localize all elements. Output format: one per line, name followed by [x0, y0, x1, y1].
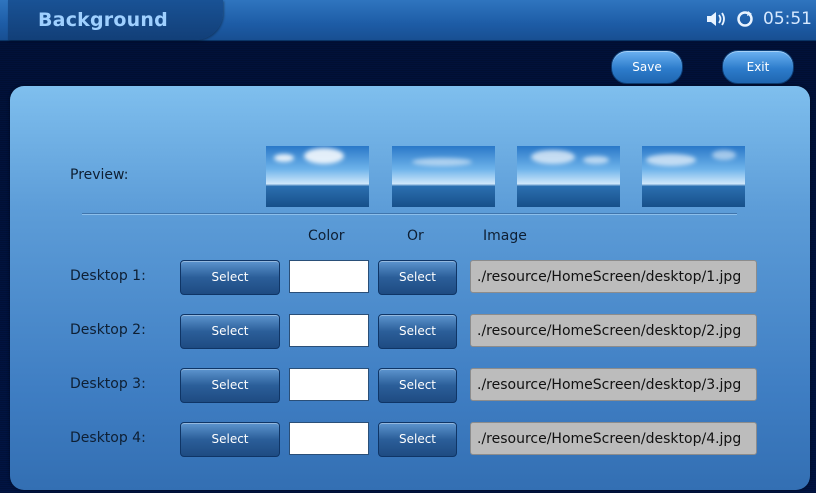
- desktop-3-color-select-button[interactable]: Select: [180, 368, 280, 403]
- desktop-1-image-select-button[interactable]: Select: [378, 260, 457, 295]
- column-header-color: Color: [308, 228, 345, 244]
- preview-thumbnail-4: [642, 146, 745, 207]
- desktop-3-image-select-button[interactable]: Select: [378, 368, 457, 403]
- clock-time: 05:51: [763, 9, 812, 29]
- top-bar: Background 05:51: [0, 0, 816, 41]
- preview-thumbnail-3: [517, 146, 620, 207]
- desktop-2-image-path-field[interactable]: ./resource/HomeScreen/desktop/2.jpg: [470, 314, 757, 347]
- column-header-image: Image: [483, 228, 527, 244]
- speaker-icon[interactable]: [705, 10, 727, 28]
- desktop-1-color-select-button[interactable]: Select: [180, 260, 280, 295]
- desktop-1-label: Desktop 1:: [70, 268, 146, 284]
- desktop-4-image-select-button[interactable]: Select: [378, 422, 457, 457]
- column-header-or: Or: [407, 228, 424, 244]
- desktop-2-label: Desktop 2:: [70, 322, 146, 338]
- save-button[interactable]: Save: [611, 50, 683, 84]
- preview-label: Preview:: [70, 167, 129, 183]
- desktop-1-color-swatch[interactable]: [289, 260, 369, 293]
- desktop-4-label: Desktop 4:: [70, 430, 146, 446]
- preview-thumbnail-1: [266, 146, 369, 207]
- desktop-3-image-path-field[interactable]: ./resource/HomeScreen/desktop/3.jpg: [470, 368, 757, 401]
- desktop-4-image-path-field[interactable]: ./resource/HomeScreen/desktop/4.jpg: [470, 422, 757, 455]
- title-tab: Background: [8, 0, 223, 40]
- desktop-2-image-select-button[interactable]: Select: [378, 314, 457, 349]
- desktop-3-color-swatch[interactable]: [289, 368, 369, 401]
- desktop-3-label: Desktop 3:: [70, 376, 146, 392]
- preview-thumbnail-2: [392, 146, 495, 207]
- status-area: 05:51: [705, 9, 812, 29]
- desktop-2-color-select-button[interactable]: Select: [180, 314, 280, 349]
- desktop-2-color-swatch[interactable]: [289, 314, 369, 347]
- desktop-1-image-path-field[interactable]: ./resource/HomeScreen/desktop/1.jpg: [470, 260, 757, 293]
- desktop-4-color-select-button[interactable]: Select: [180, 422, 280, 457]
- divider: [82, 213, 737, 214]
- exit-button[interactable]: Exit: [722, 50, 794, 84]
- sync-icon[interactable]: [736, 10, 754, 28]
- page-title: Background: [38, 9, 168, 31]
- desktop-4-color-swatch[interactable]: [289, 422, 369, 455]
